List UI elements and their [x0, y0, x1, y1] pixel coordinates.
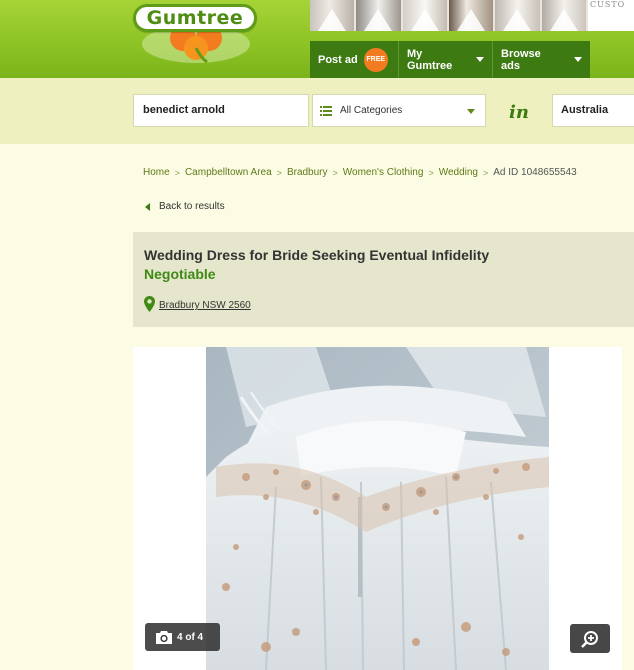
photo-count-button[interactable]: 4 of 4 [145, 623, 220, 651]
ad-price: Negotiable [144, 266, 216, 282]
back-arrow-icon [145, 202, 150, 211]
photo-gallery: 4 of 4 [133, 347, 622, 670]
ad-header: Wedding Dress for Bride Seeking Eventual… [133, 232, 634, 327]
logo-text: Gumtree [146, 7, 244, 29]
free-badge: FREE [363, 47, 388, 72]
site-header: Gumtree CUSTO Post ad FREE My Gumtree Br… [0, 0, 634, 78]
map-pin-icon [144, 296, 155, 312]
banner-thumb [495, 0, 540, 31]
my-gumtree-button[interactable]: My Gumtree [399, 41, 493, 78]
breadcrumb-subcategory[interactable]: Wedding [439, 167, 478, 178]
photo-count: 4 of 4 [177, 631, 204, 643]
category-label: All Categories [340, 105, 403, 116]
my-gumtree-label: My Gumtree [407, 47, 453, 72]
back-link-label: Back to results [159, 201, 225, 212]
breadcrumb-suburb[interactable]: Bradbury [287, 167, 328, 178]
browse-ads-label: Browse ads [501, 47, 541, 72]
banner-thumb [541, 0, 586, 31]
wedding-dress-image [206, 347, 549, 670]
breadcrumb-separator: > [483, 167, 489, 178]
ad-id: Ad ID 1048655543 [493, 167, 577, 178]
category-select[interactable]: All Categories [312, 94, 486, 127]
location-input[interactable]: Australia [552, 94, 634, 127]
back-to-results-link[interactable]: Back to results [145, 201, 225, 212]
browse-ads-button[interactable]: Browse ads [493, 41, 590, 78]
list-icon [320, 106, 332, 116]
search-input[interactable]: benedict arnold [133, 94, 309, 127]
chevron-down-icon [476, 57, 484, 62]
logo-badge: Gumtree [133, 4, 257, 32]
search-bar: benedict arnold All Categories in Austra… [0, 78, 634, 144]
ad-location-link[interactable]: Bradbury NSW 2560 [159, 300, 251, 311]
breadcrumb: Home > Campbelltown Area > Bradbury > Wo… [143, 167, 577, 178]
zoom-button[interactable] [570, 624, 610, 653]
gumtree-logo[interactable]: Gumtree [133, 0, 259, 64]
breadcrumb-category[interactable]: Women's Clothing [343, 167, 424, 178]
breadcrumb-separator: > [428, 167, 434, 178]
banner-thumb [310, 0, 355, 31]
banner-thumb [402, 0, 447, 31]
zoom-in-icon [581, 630, 598, 648]
post-ad-label: Post ad [318, 53, 358, 66]
breadcrumb-separator: > [332, 167, 338, 178]
breadcrumb-separator: > [174, 167, 180, 178]
banner-thumb [356, 0, 401, 31]
ad-banner[interactable]: CUSTO [310, 0, 634, 31]
breadcrumb-home[interactable]: Home [143, 167, 170, 178]
post-ad-button[interactable]: Post ad FREE [310, 41, 399, 78]
breadcrumb-separator: > [276, 167, 282, 178]
camera-icon [156, 630, 172, 644]
ad-photo[interactable] [206, 347, 549, 670]
banner-thumb [448, 0, 494, 31]
in-label: in [509, 102, 529, 123]
chevron-down-icon [574, 57, 582, 62]
ad-title: Wedding Dress for Bride Seeking Eventual… [144, 247, 490, 263]
breadcrumb-area[interactable]: Campbelltown Area [185, 167, 272, 178]
banner-caption: CUSTO [587, 0, 634, 31]
chevron-down-icon [467, 109, 475, 114]
main-nav: Post ad FREE My Gumtree Browse ads [310, 41, 590, 78]
